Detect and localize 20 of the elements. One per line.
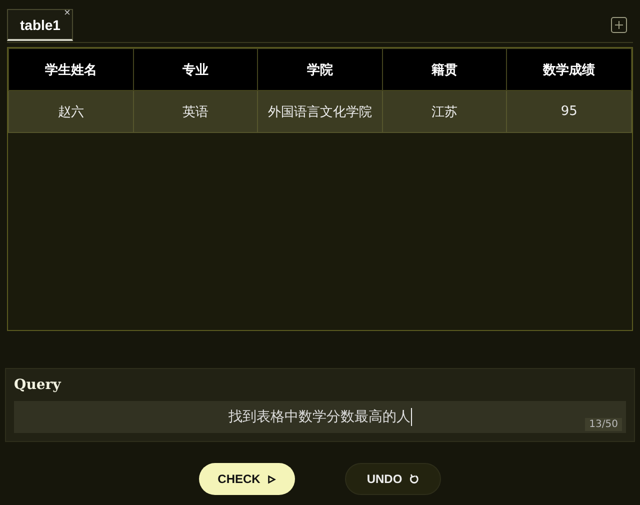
undo-icon (409, 474, 420, 484)
table-cell: 95 (506, 90, 632, 132)
character-counter: 13/50 (585, 418, 622, 431)
column-header: 专业 (133, 48, 258, 90)
column-header: 数学成绩 (506, 48, 632, 90)
undo-button[interactable]: UNDO (345, 463, 441, 495)
table-cell: 外国语言文化学院 (258, 90, 382, 132)
column-header: 学院 (258, 48, 382, 90)
close-icon[interactable]: × (64, 7, 70, 19)
query-field[interactable]: 找到表格中数学分数最高的人 13/50 (14, 401, 626, 433)
tab[interactable]: table1 × (7, 9, 74, 41)
table-cell: 赵六 (8, 90, 134, 132)
column-header: 籍贯 (382, 48, 507, 90)
add-icon[interactable] (611, 17, 627, 33)
check-button[interactable]: CHECK (199, 463, 295, 495)
column-header: 学生姓名 (8, 48, 134, 90)
play-icon (267, 474, 276, 484)
query-label: Query (14, 377, 62, 393)
table-cell: 江苏 (382, 90, 507, 132)
table-cell: 英语 (133, 90, 258, 132)
